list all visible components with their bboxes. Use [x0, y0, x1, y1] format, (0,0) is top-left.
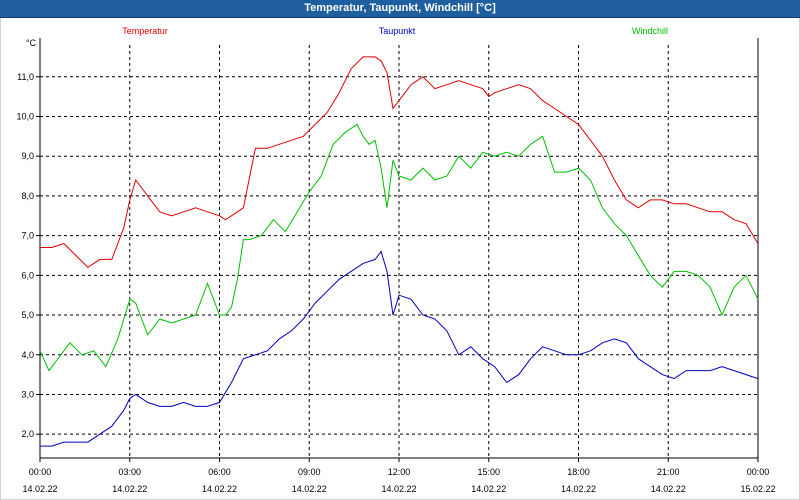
y-tick-label: 4,0 [21, 350, 34, 360]
legend: Temperatur Taupunkt Windchill [122, 26, 668, 36]
x-tick-time: 00:00 [747, 467, 770, 477]
x-tick-date: 14.02.22 [381, 484, 416, 494]
legend-label-taupunkt: Taupunkt [379, 26, 416, 36]
x-tick-time: 12:00 [388, 467, 411, 477]
x-tick-time: 21:00 [657, 467, 680, 477]
x-tick-time: 09:00 [298, 467, 321, 477]
y-tick-label: 10,0 [16, 111, 34, 121]
x-tick-date: 14.02.22 [202, 484, 237, 494]
x-tick-date: 15.02.22 [740, 484, 775, 494]
x-tick-time: 18:00 [567, 467, 590, 477]
y-tick-label: 5,0 [21, 310, 34, 320]
legend-label-windchill: Windchill [632, 26, 668, 36]
y-tick-label: 11,0 [17, 72, 34, 82]
y-tick-label: 2,0 [21, 429, 34, 439]
y-tick-label: 7,0 [21, 231, 34, 241]
y-tick-label: 8,0 [21, 191, 34, 201]
x-tick-labels: 00:00 14.02.22 03:00 14.02.22 06:00 14.02.22 0… [22, 467, 775, 494]
x-tick-time: 00:00 [29, 467, 52, 477]
x-tick-date: 14.02.22 [651, 484, 686, 494]
y-axis-label: °C [26, 38, 37, 48]
y-tick-label: 3,0 [21, 389, 34, 399]
line-chart: 2,0 3,0 4,0 5,0 6,0 7,0 8,0 9,0 10,0 11,0 00:00 14… [16, 26, 775, 494]
x-tick-date: 14.02.22 [292, 484, 327, 494]
x-tick-time: 15:00 [477, 467, 500, 477]
x-tick-time: 03:00 [118, 467, 141, 477]
y-tick-label: 6,0 [21, 270, 34, 280]
x-tick-time: 06:00 [208, 467, 231, 477]
grid [40, 45, 758, 458]
legend-label-temperatur: Temperatur [122, 26, 168, 36]
x-tick-date: 14.02.22 [561, 484, 596, 494]
y-tick-labels: 2,0 3,0 4,0 5,0 6,0 7,0 8,0 9,0 10,0 11,0 [16, 72, 34, 439]
axes [36, 38, 759, 462]
x-tick-date: 14.02.22 [22, 484, 57, 494]
x-tick-date: 14.02.22 [471, 484, 506, 494]
y-tick-label: 9,0 [21, 151, 34, 161]
x-tick-date: 14.02.22 [112, 484, 147, 494]
